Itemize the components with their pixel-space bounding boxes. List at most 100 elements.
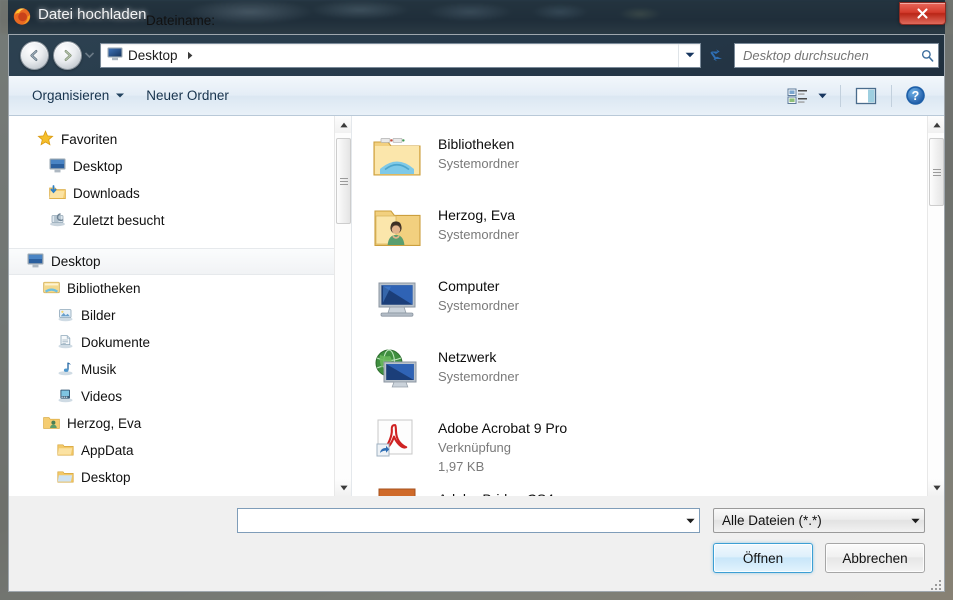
sidebar-label: Bibliotheken <box>67 281 141 296</box>
file-item-type: Systemordner <box>438 298 519 313</box>
navigation-bar: Desktop <box>8 34 945 76</box>
resize-grip[interactable] <box>930 578 942 590</box>
file-item-name: Netzwerk <box>438 349 497 365</box>
file-item-name: Adobe Acrobat 9 Pro <box>438 420 568 436</box>
acrobat-shortcut-icon <box>372 416 422 466</box>
sidebar-label: Musik <box>81 362 117 377</box>
file-list-item[interactable]: Adobe Bridge CS4 <box>366 487 944 496</box>
forward-button[interactable] <box>53 40 82 70</box>
search-box[interactable] <box>734 42 939 68</box>
file-list-item[interactable]: Adobe Acrobat 9 Pro Verknüpfung 1,97 KB <box>366 416 944 487</box>
address-bar[interactable]: Desktop <box>100 42 701 68</box>
sidebar-item-videos[interactable]: Videos <box>9 383 351 410</box>
title-bar: Datei hochladen <box>0 0 953 34</box>
file-list: Bibliotheken Systemordner Herzog, Eva Sy… <box>352 116 944 496</box>
star-icon <box>37 129 54 150</box>
computer-icon <box>372 274 422 324</box>
preview-pane-button[interactable] <box>848 82 884 110</box>
sidebar-item-desktop-fav[interactable]: Desktop <box>9 153 351 180</box>
refresh-button[interactable] <box>703 43 729 68</box>
desktop-icon <box>107 47 123 64</box>
sidebar-item-zuletzt-besucht[interactable]: Zuletzt besucht <box>9 207 351 234</box>
toolbar-separator <box>840 84 841 107</box>
sidebar-item-appdata[interactable]: AppData <box>9 437 351 464</box>
open-button[interactable]: Öffnen <box>713 543 813 573</box>
window-title: Datei hochladen <box>38 6 147 23</box>
sidebar-label: Desktop <box>51 254 101 269</box>
sidebar-label: Desktop <box>73 159 123 174</box>
back-button[interactable] <box>20 40 49 70</box>
videos-library-icon <box>57 388 74 406</box>
chevron-down-icon <box>84 52 94 58</box>
sidebar-item-favoriten[interactable]: Favoriten <box>9 126 351 153</box>
search-icon <box>921 49 934 62</box>
sidebar-scroll-thumb[interactable] <box>336 138 351 224</box>
sidebar-label: Herzog, Eva <box>67 416 142 431</box>
cancel-button[interactable]: Abbrechen <box>825 543 925 573</box>
close-button[interactable] <box>899 2 946 25</box>
desktop-icon <box>27 253 44 271</box>
sidebar-item-bibliotheken[interactable]: Bibliotheken <box>9 275 351 302</box>
network-icon <box>372 345 422 395</box>
filetype-value: Alle Dateien (*.*) <box>722 513 822 528</box>
open-button-label: Öffnen <box>742 550 784 566</box>
view-mode-button[interactable] <box>781 83 833 109</box>
toolbar: Organisieren Neuer Ordner ? <box>9 76 944 116</box>
scroll-up-button[interactable] <box>928 116 944 133</box>
file-list-scrollbar[interactable] <box>927 116 944 496</box>
address-dropdown-button[interactable] <box>678 43 700 67</box>
navigation-pane: Favoriten Desktop Downloads Zuletzt besu… <box>9 116 352 496</box>
filename-combobox[interactable] <box>237 508 700 533</box>
scroll-up-button[interactable] <box>335 116 351 133</box>
help-button[interactable]: ? <box>899 81 932 110</box>
sidebar-label: Downloads <box>73 186 140 201</box>
sidebar-item-desktop-sub[interactable]: Desktop <box>9 464 351 491</box>
sidebar-label: Desktop <box>81 470 131 485</box>
sidebar-item-downloads[interactable]: Downloads <box>9 180 351 207</box>
filetype-combobox[interactable]: Alle Dateien (*.*) <box>713 508 925 533</box>
file-item-name: Herzog, Eva <box>438 207 516 223</box>
history-dropdown-button[interactable] <box>82 52 96 58</box>
file-item-name: Bibliotheken <box>438 136 515 152</box>
scroll-down-button[interactable] <box>335 479 351 496</box>
preview-pane-icon <box>855 87 877 104</box>
chevron-down-icon <box>818 93 827 98</box>
sidebar-item-dokumente[interactable]: Dokumente <box>9 329 351 356</box>
sidebar-item-musik[interactable]: Musik <box>9 356 351 383</box>
sidebar-scrollbar[interactable] <box>334 116 351 496</box>
organize-button[interactable]: Organisieren <box>21 83 135 108</box>
file-list-scroll-thumb[interactable] <box>929 138 944 206</box>
search-input[interactable] <box>743 47 921 63</box>
scroll-down-button[interactable] <box>928 479 944 496</box>
file-list-item[interactable]: Bibliotheken Systemordner <box>366 132 944 203</box>
chevron-down-icon <box>116 93 125 98</box>
user-folder-icon <box>372 203 422 253</box>
content-area: Favoriten Desktop Downloads Zuletzt besu… <box>9 116 944 496</box>
new-folder-button[interactable]: Neuer Ordner <box>135 83 240 108</box>
user-folder-icon <box>43 415 60 433</box>
libraries-folder-icon <box>372 132 422 182</box>
triangle-up-icon <box>932 122 941 127</box>
documents-library-icon <box>57 334 74 352</box>
filename-dropdown-button[interactable] <box>681 509 699 532</box>
scroll-thumb-grip <box>932 167 941 178</box>
filename-input[interactable] <box>238 509 681 532</box>
sidebar-item-bilder[interactable]: Bilder <box>9 302 351 329</box>
sidebar-item-desktop-root[interactable]: Desktop <box>9 248 351 275</box>
sidebar-item-herzog-eva[interactable]: Herzog, Eva <box>9 410 351 437</box>
libraries-icon <box>43 280 60 298</box>
breadcrumb-separator-icon <box>187 51 192 59</box>
file-item-size: 1,97 KB <box>438 459 485 474</box>
downloads-folder-icon <box>49 184 66 203</box>
file-list-item[interactable]: Computer Systemordner <box>366 274 944 345</box>
bridge-icon <box>372 487 422 496</box>
breadcrumb-item-desktop[interactable]: Desktop <box>101 44 198 67</box>
chevron-down-icon <box>685 52 694 58</box>
file-list-item[interactable]: Netzwerk Systemordner <box>366 345 944 416</box>
arrow-right-icon <box>64 49 72 61</box>
sidebar-label: Bilder <box>81 308 116 323</box>
file-list-item[interactable]: Herzog, Eva Systemordner <box>366 203 944 274</box>
filetype-dropdown-button[interactable] <box>906 509 924 532</box>
triangle-down-icon <box>339 485 348 490</box>
